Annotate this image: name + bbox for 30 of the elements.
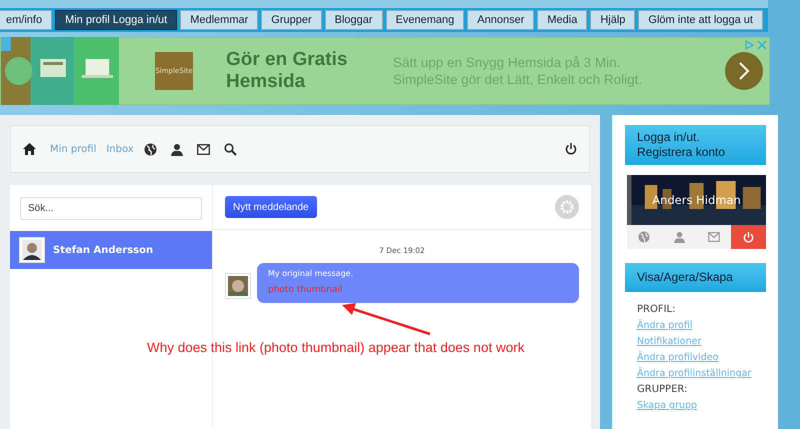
mail-icon[interactable] — [196, 144, 210, 154]
home-icon[interactable] — [23, 143, 36, 155]
nav-tab[interactable]: Grupper — [261, 10, 322, 30]
nav-tab[interactable]: Media — [537, 10, 588, 30]
avatar-icon — [19, 237, 45, 263]
nav-tab[interactable]: Bloggar — [324, 10, 383, 30]
section-header: Logga in/ut. Registrera konto — [625, 125, 766, 165]
search-icon[interactable] — [224, 142, 237, 156]
new-message-button[interactable]: Nytt meddelande — [225, 196, 317, 218]
chevron-right-icon[interactable] — [725, 52, 763, 90]
person-icon[interactable] — [170, 142, 183, 156]
globe-icon[interactable] — [144, 142, 157, 156]
nav-tab[interactable]: Hjälp — [590, 10, 636, 30]
message-text: My original message. — [268, 269, 354, 278]
nav-tab[interactable]: Annonser — [467, 10, 534, 30]
menu-heading: GRUPPER: — [637, 384, 688, 395]
contact-item[interactable]: Stefan Andersson — [10, 231, 212, 269]
nav-tab[interactable]: Glöm inte att logga ut — [638, 10, 763, 30]
nav-tab[interactable]: Evenemang — [386, 10, 464, 30]
power-icon — [743, 232, 754, 242]
nav-tab[interactable]: Medlemmar — [180, 10, 258, 30]
menu-heading: PROFIL: — [637, 304, 676, 315]
power-icon[interactable] — [565, 143, 577, 155]
ad-headline: Gör en Gratis Hemsida — [226, 49, 348, 93]
annotation-text: Why does this link (photo thumbnail) appear that does not work — [147, 340, 524, 355]
search-field[interactable]: Sök... — [20, 197, 202, 220]
nav-tab[interactable]: em/info — [0, 10, 52, 30]
section-header: Visa/Agera/Skapa — [625, 263, 766, 292]
nav-tab[interactable]: Min profil Logga in/ut — [55, 10, 178, 30]
logout-button[interactable] — [731, 225, 766, 249]
